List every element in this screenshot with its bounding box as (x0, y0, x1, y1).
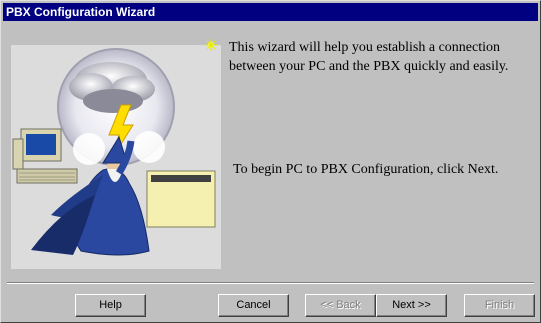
help-button[interactable]: Help (75, 294, 146, 317)
next-button[interactable]: Next >> (376, 294, 447, 317)
star-bullet-icon (205, 39, 217, 51)
title-bar: PBX Configuration Wizard (3, 3, 538, 21)
separator (7, 282, 534, 284)
wizard-illustration (11, 45, 221, 269)
wizard-window: PBX Configuration Wizard This wizard wil… (0, 0, 541, 323)
finish-button[interactable]: Finish (464, 294, 535, 317)
back-button[interactable]: << Back (305, 294, 376, 317)
instruction-text: To begin PC to PBX Configuration, click … (233, 162, 499, 177)
intro-text: This wizard will help you establish a co… (229, 40, 509, 74)
cancel-button[interactable]: Cancel (218, 294, 289, 317)
window-title: PBX Configuration Wizard (6, 5, 156, 19)
